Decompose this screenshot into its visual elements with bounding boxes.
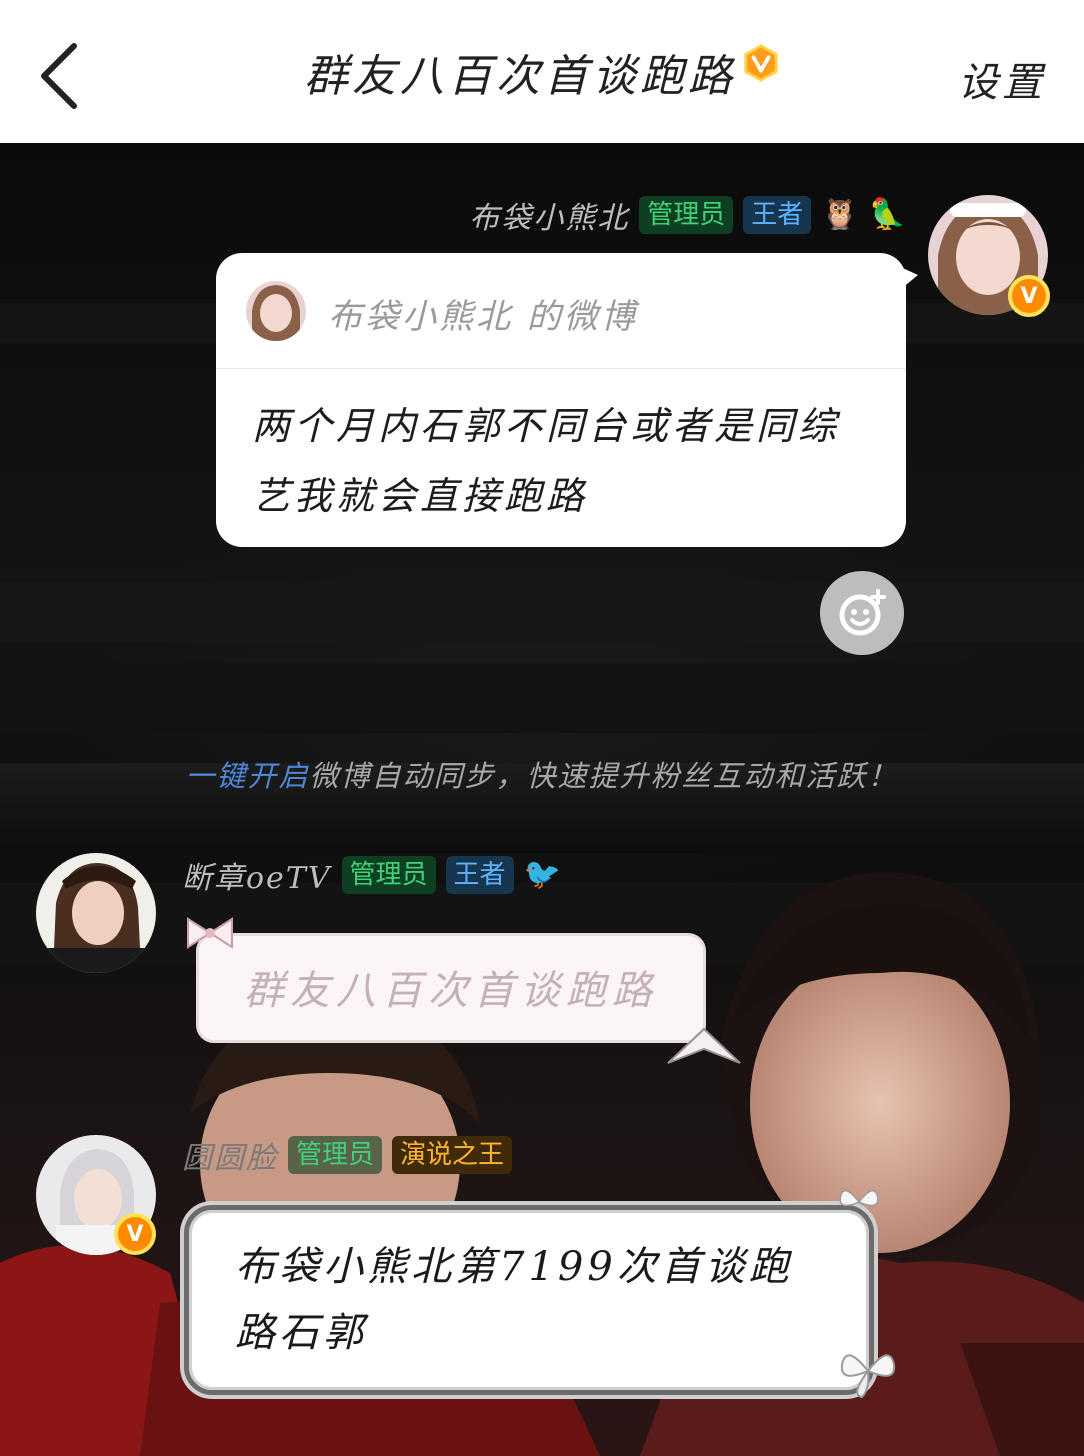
message-row-1: 布袋小熊北 管理员 王者 🦉 🦜 V 布袋小熊北 的微博 两个月内石郭不同台或者…	[0, 143, 1084, 703]
avatar[interactable]	[36, 853, 156, 973]
bird-icon: 🐦	[523, 857, 561, 892]
bird-icon: 🦜	[868, 197, 906, 232]
chat-area[interactable]: 布袋小熊北 管理员 王者 🦉 🦜 V 布袋小熊北 的微博 两个月内石郭不同台或者…	[0, 143, 1084, 1456]
enable-sync-link[interactable]: 一键开启	[185, 759, 309, 793]
verified-icon: V	[114, 1213, 156, 1255]
message-bubble[interactable]: 群友八百次首谈跑路	[196, 933, 706, 1043]
sender-line: 布袋小熊北 管理员 王者 🦉 🦜	[469, 193, 906, 237]
group-title: 群友八百次首谈跑路	[304, 51, 736, 102]
owl-icon: 🦉	[821, 197, 859, 232]
bow-decoration-icon	[187, 917, 233, 949]
title-container: 群友八百次首谈跑路	[0, 40, 1084, 104]
weibo-card[interactable]: 布袋小熊北 的微博 两个月内石郭不同台或者是同综艺我就会直接跑路	[216, 253, 918, 547]
card-body: 两个月内石郭不同台或者是同综艺我就会直接跑路	[252, 404, 841, 518]
add-reaction-button[interactable]	[820, 571, 904, 655]
sender-line: 圆圆脸 管理员 演说之王	[182, 1133, 513, 1177]
admin-tag: 管理员	[341, 856, 436, 894]
butterfly-decoration-icon	[840, 1354, 896, 1399]
card-avatar	[246, 281, 306, 341]
sender-name[interactable]: 圆圆脸	[182, 1133, 278, 1177]
avatar-image	[36, 853, 156, 973]
admin-tag: 管理员	[288, 1136, 383, 1174]
top-bar: 群友八百次首谈跑路 设置	[0, 0, 1084, 143]
king-tag: 王者	[743, 196, 812, 234]
crane-decoration-icon	[667, 1027, 741, 1064]
sender-line: 断章oeTV 管理员 王者 🐦	[182, 853, 561, 897]
butterfly-decoration-icon	[839, 1190, 879, 1207]
verified-icon: V	[1008, 275, 1050, 317]
king-tag: 王者	[445, 856, 514, 894]
sender-name[interactable]: 断章oeTV	[182, 853, 332, 897]
card-source: 布袋小熊北 的微博	[328, 297, 638, 337]
smile-plus-icon	[839, 589, 886, 636]
settings-button[interactable]: 设置	[958, 50, 1046, 108]
card-avatar-image	[246, 281, 306, 341]
message-text: 群友八百次首谈跑路	[244, 968, 658, 1014]
sender-name[interactable]: 布袋小熊北	[469, 193, 629, 237]
speech-king-tag: 演说之王	[392, 1136, 513, 1174]
admin-tag: 管理员	[639, 196, 734, 234]
message-bubble[interactable]: 布袋小熊北第7199次首谈跑路石郭	[184, 1205, 874, 1395]
sync-tip-text: 微博自动同步，快速提升粉丝互动和活跃！	[309, 759, 899, 793]
card-header: 布袋小熊北 的微博	[216, 253, 906, 369]
message-text: 布袋小熊北第7199次首谈跑路石郭	[235, 1244, 793, 1356]
vip-badge-icon	[744, 44, 778, 82]
sync-tip: 一键开启微博自动同步，快速提升粉丝互动和活跃！	[0, 753, 1084, 795]
